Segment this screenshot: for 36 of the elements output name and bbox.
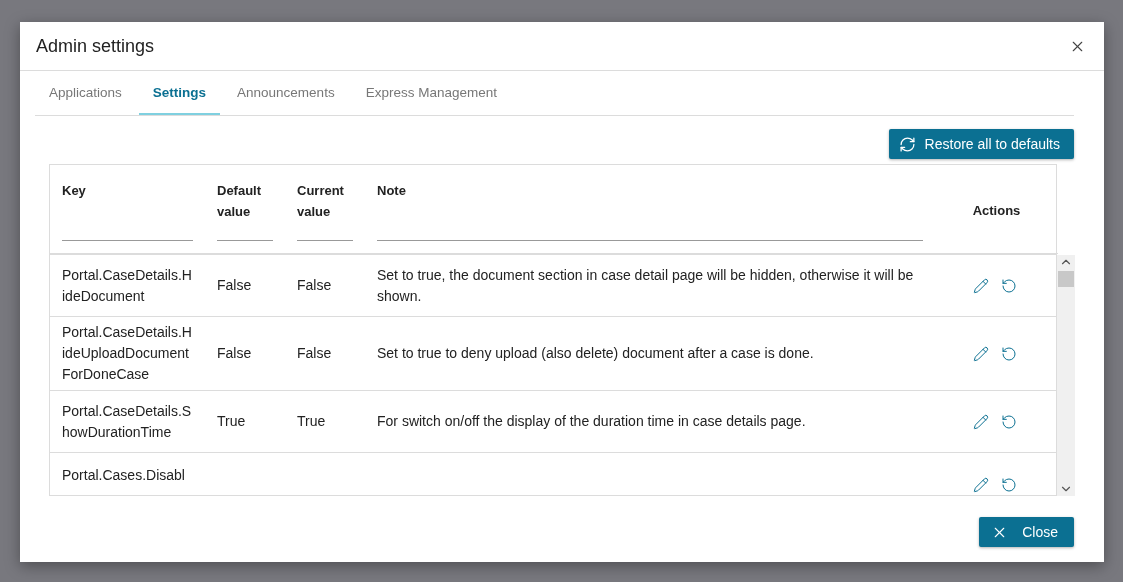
note-cell-text: Set to true to deny upload (also delete) document after a case is done. — [377, 344, 814, 363]
undo-icon[interactable] — [1001, 477, 1017, 493]
refresh-icon — [898, 135, 916, 153]
close-button[interactable]: Close — [979, 517, 1074, 547]
current-value-cell-text: False — [297, 344, 332, 363]
note-cell-text: For switch on/off the display of the duration time in case details page. — [377, 412, 806, 431]
current-value-cell-text: False — [297, 276, 332, 295]
edit-icon[interactable] — [973, 413, 989, 430]
column-header: Current value — [297, 182, 345, 221]
edit-icon[interactable] — [973, 477, 989, 493]
key-cell-text: Portal.Cases.Disabl — [62, 466, 185, 485]
undo-icon[interactable] — [1001, 345, 1017, 362]
undo-icon[interactable] — [1001, 413, 1017, 430]
note-cell-text: Set to true, the document section in case detail page will be hidden, otherwise it will be shown. — [377, 265, 915, 306]
key-cell-text: Portal.CaseDetails.HideDocument — [62, 265, 193, 306]
default-value-cell-text: False — [217, 344, 252, 363]
tab[interactable]: Settings — [138, 71, 221, 115]
key-cell-text: Portal.CaseDetails.ShowDurationTime — [62, 401, 193, 442]
column-header: Note — [377, 182, 407, 200]
edit-icon[interactable] — [973, 345, 989, 362]
tab[interactable]: Express Management — [351, 71, 511, 115]
undo-icon[interactable] — [1001, 277, 1017, 294]
scrollbar-thumb[interactable] — [1058, 271, 1074, 287]
column-header: Key — [62, 182, 87, 200]
current-value-cell-text: True — [297, 412, 326, 431]
dialog-title: Admin settings — [36, 35, 155, 57]
default-value-cell-text: True — [217, 412, 246, 431]
scrollbar[interactable] — [1057, 255, 1075, 496]
column-header: Default value — [217, 182, 263, 221]
default-value-cell-text: False — [217, 276, 252, 295]
tab[interactable]: Applications — [35, 71, 136, 115]
column-header: Actions — [935, 165, 1058, 254]
restore-defaults-button[interactable]: Restore all to defaults — [888, 129, 1074, 159]
key-cell-text: Portal.CaseDetails.HideUploadDocumentForDoneCase — [62, 323, 193, 384]
tab[interactable]: Announcements — [223, 71, 349, 115]
edit-icon[interactable] — [973, 277, 989, 294]
